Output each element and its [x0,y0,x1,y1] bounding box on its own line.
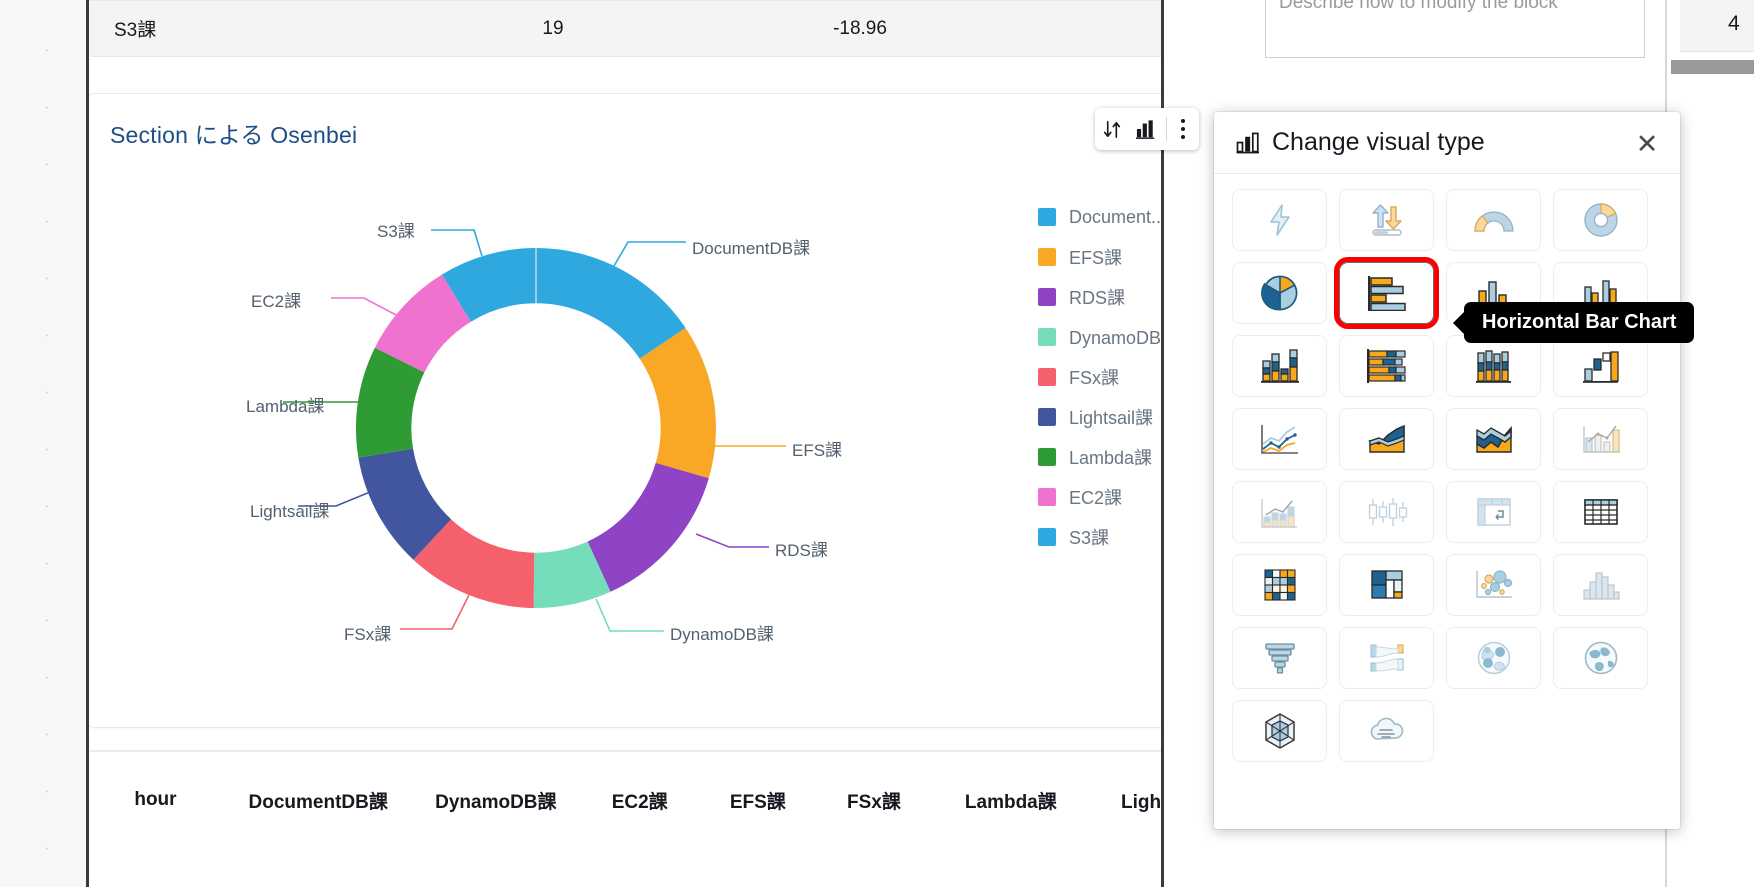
far-right-scrollbar[interactable] [1671,60,1754,74]
visual-type-kpi-icon[interactable] [1339,189,1434,251]
table-top-divider [89,751,1249,752]
describe-block-placeholder: Describe how to modify the block [1279,0,1558,13]
visual-type-area-chart-icon[interactable] [1339,408,1434,470]
visual-type-pie-chart-icon[interactable] [1232,262,1327,324]
visual-type-tree-map-icon[interactable] [1339,554,1434,616]
visual-type-autograph-icon[interactable] [1232,189,1327,251]
legend-swatch [1038,208,1056,226]
donut-chart[interactable]: DocumentDB課 EFS課 RDS課 DynamoDB課 FSx課 Lig… [246,178,842,698]
visual-type-points-on-map-icon[interactable] [1446,627,1541,689]
callout-dynamodb: DynamoDB課 [670,625,774,644]
callout-lightsail: Lightsail課 [250,502,330,521]
visual-type-stacked-horizontal-bar-icon[interactable] [1339,335,1434,397]
visual-type-waterfall-chart-icon[interactable] [1553,335,1648,397]
callout-ec2: EC2課 [251,292,302,311]
bar-chart-icon [1236,132,1261,154]
col-header-ec2[interactable]: EC2課 [580,787,699,814]
legend-label: FSx課 [1069,368,1120,388]
leader-dynamodb [595,598,664,632]
callout-s3: S3課 [377,222,415,241]
visual-type-table-icon[interactable] [1553,481,1648,543]
legend-label: S3課 [1069,528,1110,548]
visual-type-clustered-column-icon[interactable] [1446,335,1541,397]
callout-rds: RDS課 [775,541,828,560]
legend-swatch [1038,528,1056,546]
leader-s3 [431,229,483,257]
cell-value: -18.96 [833,17,887,39]
top-summary-table: S3課 19 -18.96 [89,0,1250,57]
visual-type-funnel-chart-icon[interactable] [1232,627,1327,689]
col-header-documentdb[interactable]: DocumentDB課 [225,787,412,814]
visual-toolbar[interactable] [1095,108,1199,150]
far-right-number: 4 [1728,12,1740,35]
visual-card[interactable]: Section による Osenbei DocumentDB課 EFS課 RDS… [89,93,1250,728]
legend-swatch [1038,248,1056,266]
col-header-hour[interactable]: hour [89,789,225,811]
visual-type-donut-chart-icon[interactable] [1553,189,1648,251]
col-header-fsx[interactable]: FSx課 [816,787,931,814]
visual-type-box-plot-icon[interactable] [1339,481,1434,543]
cell-count: 19 [542,17,564,39]
far-right-cell [1680,0,1754,52]
change-visual-type-popover[interactable]: Change visual type ✕ [1214,112,1680,829]
leader-ec2 [331,297,397,316]
visual-type-heat-map-icon[interactable] [1232,554,1327,616]
visual-type-combo-chart-icon[interactable] [1553,408,1648,470]
col-header-efs[interactable]: EFS課 [699,787,816,814]
canvas-dotted-gutter [0,0,86,887]
toolbar-divider [1166,117,1167,141]
leader-rds [695,533,769,548]
legend-swatch [1038,328,1056,346]
visual-type-radar-chart-icon[interactable] [1232,700,1327,762]
popover-title: Change visual type [1272,128,1485,156]
visual-type-grid [1214,174,1680,777]
callout-efs: EFS課 [792,441,843,460]
visual-type-stacked-area-chart-icon[interactable] [1446,408,1541,470]
legend-label: Lambda課 [1069,448,1153,468]
col-header-dynamodb[interactable]: DynamoDB課 [411,787,580,814]
leader-fsx [400,594,470,630]
legend-label: RDS課 [1069,288,1126,308]
visual-type-pivot-table-icon[interactable] [1446,481,1541,543]
visual-type-line-bar-combo-icon[interactable] [1232,481,1327,543]
table-row[interactable]: S3課 19 -18.96 [89,1,1249,56]
donut-slice-rds[interactable] [587,462,709,592]
leader-documentdb [613,241,686,267]
visual-type-filled-map-icon[interactable] [1553,627,1648,689]
legend-swatch [1038,448,1056,466]
popover-header: Change visual type ✕ [1214,112,1680,174]
visual-type-word-cloud-icon[interactable] [1339,700,1434,762]
visual-type-scatter-plot-icon[interactable] [1446,554,1541,616]
sort-icon[interactable] [1095,112,1129,146]
visual-type-gauge-chart-icon[interactable] [1446,189,1541,251]
legend-label: Lightsail課 [1069,408,1154,428]
legend-label: Document... [1069,206,1167,227]
callout-documentdb: DocumentDB課 [692,239,811,258]
bottom-data-table[interactable]: hour DocumentDB課 DynamoDB課 EC2課 EFS課 FSx… [89,750,1250,887]
legend-label: EFS課 [1069,248,1123,268]
callout-lambda: Lambda課 [246,397,325,416]
donut-slice-documentdb[interactable] [536,248,686,359]
visual-type-line-chart-icon[interactable] [1232,408,1327,470]
table-header-row: hour DocumentDB課 DynamoDB課 EC2課 EFS課 FSx… [89,777,1249,823]
legend-label: EC2課 [1069,488,1123,508]
col-header-lambda[interactable]: Lambda課 [931,787,1090,814]
callout-fsx: FSx課 [344,625,392,644]
legend-swatch [1038,368,1056,386]
legend-swatch [1038,408,1056,426]
kebab-menu-icon[interactable] [1170,112,1196,146]
visual-type-stacked-vertical-bar-icon[interactable] [1232,335,1327,397]
visual-title: Section による Osenbei [110,122,358,148]
cell-section: S3課 [114,20,157,41]
visual-type-histogram-icon[interactable] [1553,554,1648,616]
legend-swatch [1038,488,1056,506]
close-icon[interactable]: ✕ [1632,129,1662,159]
visual-type-tooltip: Horizontal Bar Chart [1464,302,1695,343]
visual-type-sankey-diagram-icon[interactable] [1339,627,1434,689]
visual-type-horizontal-bar-chart-icon[interactable] [1334,257,1439,329]
bar-chart-icon[interactable] [1129,112,1163,146]
legend-swatch [1038,288,1056,306]
